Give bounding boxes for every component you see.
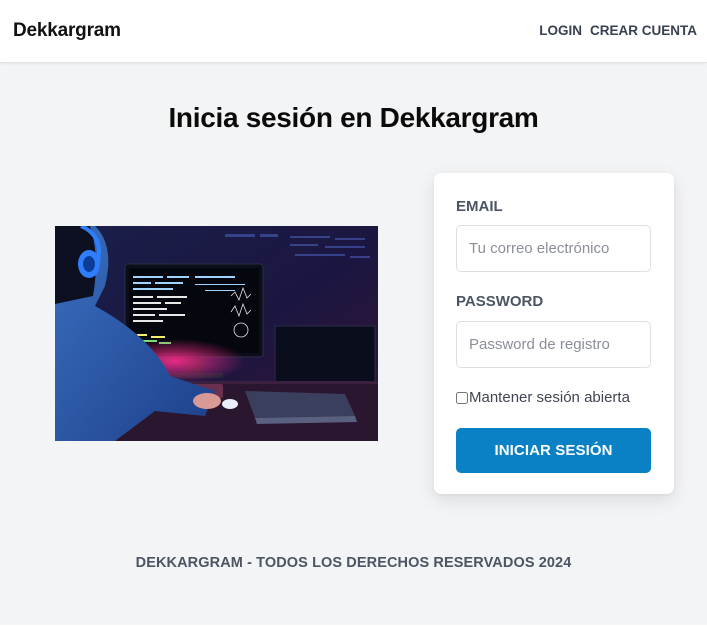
password-label: PASSWORD: [456, 293, 544, 310]
remember-me-label: Mantener sesión abierta: [469, 389, 630, 406]
login-link[interactable]: LOGIN: [539, 23, 582, 38]
signup-link[interactable]: CREAR CUENTA: [590, 23, 697, 38]
email-field[interactable]: [456, 225, 651, 272]
footer-copyright: DEKKARGRAM - TODOS LOS DERECHOS RESERVAD…: [135, 555, 572, 571]
remember-me-checkbox[interactable]: [456, 391, 468, 404]
login-card: EMAIL PASSWORD Mantener sesión abierta I…: [434, 173, 674, 494]
email-label: EMAIL: [456, 198, 503, 215]
remember-me-row[interactable]: Mantener sesión abierta: [456, 389, 630, 406]
login-button[interactable]: INICIAR SESIÓN: [456, 428, 651, 473]
page-title: Inicia sesión en Dekkargram: [168, 102, 539, 133]
hero-image: [55, 226, 378, 441]
main-nav: LOGIN CREAR CUENTA: [539, 23, 697, 38]
hacker-illustration: [55, 226, 378, 441]
brand-logo[interactable]: Dekkargram: [13, 20, 121, 42]
password-field[interactable]: [456, 321, 651, 368]
top-navbar: Dekkargram LOGIN CREAR CUENTA: [0, 0, 707, 63]
